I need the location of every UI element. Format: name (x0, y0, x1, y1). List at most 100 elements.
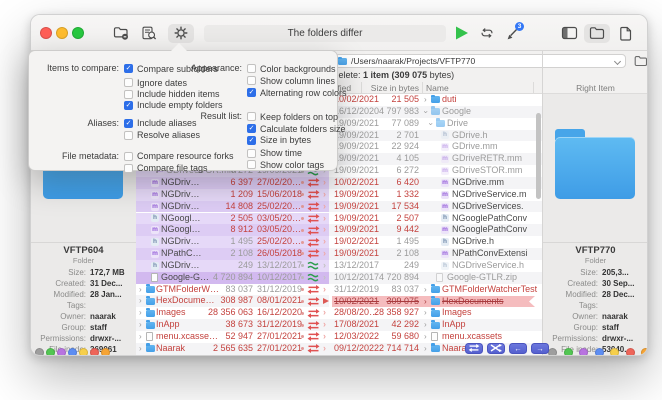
tag-color-dot[interactable] (101, 348, 110, 355)
checkbox-ignore-dates[interactable]: Ignore dates (124, 77, 187, 88)
disclosure-chevron[interactable]: › (424, 284, 427, 296)
disclosure-chevron[interactable]: › (139, 284, 142, 296)
file-view-icon[interactable] (619, 26, 632, 41)
left-file-name: Google-G… (161, 271, 210, 282)
choose-folder-button[interactable] (634, 55, 648, 67)
scrollbar-thumb[interactable] (536, 113, 541, 199)
table-row[interactable]: h NGoogl… 2 505 03/05/20… › 19/09/2021 2 507 h N… (136, 212, 542, 225)
table-row[interactable]: h NGDriv… 1 495 25/02/20… › 19/02/2021 1 495 h N… (136, 236, 542, 249)
play-icon[interactable] (455, 26, 469, 40)
checkbox-box[interactable]: ✓ (247, 135, 256, 145)
sync-arrows-button[interactable] (465, 343, 483, 354)
left-file-size: 38 673 (225, 319, 253, 330)
checkbox-box[interactable]: ✓ (124, 100, 133, 110)
tag-color-dot[interactable] (548, 348, 557, 355)
disclosure-chevron[interactable]: › (424, 94, 427, 106)
checkbox-box[interactable] (124, 78, 133, 87)
disclosure-chevron[interactable]: › (426, 118, 435, 130)
tag-color-dot[interactable] (610, 348, 619, 355)
chevron-down-icon[interactable] (613, 57, 622, 66)
shuffle-button[interactable] (487, 343, 505, 354)
checkbox-box[interactable]: ✓ (247, 88, 256, 97)
table-row[interactable]: › Images 28 356 063 16/12/2020 › 28/08/20… 28 … (136, 307, 542, 320)
tag-color-dot[interactable] (594, 348, 604, 355)
folder-view-icon[interactable] (589, 26, 605, 40)
checkbox-compare-resource-forks[interactable]: Compare resource forks (124, 151, 234, 162)
checkbox-box[interactable]: ✓ (124, 64, 133, 73)
checkbox-box[interactable] (247, 64, 256, 73)
toggle-sidebar-icon[interactable] (561, 26, 578, 40)
checkbox-show-column-lines[interactable]: Show column lines (247, 75, 335, 86)
checkbox-resolve-aliases[interactable]: Resolve aliases (124, 130, 200, 141)
table-row[interactable]: › HexDocume… 308 987 08/01/2021 10/02/2021 30… (136, 295, 542, 308)
checkbox-box[interactable] (247, 148, 256, 158)
report-document-search-icon[interactable] (141, 26, 157, 41)
checkbox-box[interactable]: ✓ (247, 124, 256, 133)
tag-color-dot[interactable] (79, 348, 88, 355)
table-row[interactable]: m NGDriv… 6 397 27/02/20… › 10/02/2021 6 420 m N… (136, 176, 542, 189)
tag-color-dot[interactable] (579, 348, 588, 355)
disclosure-chevron[interactable]: › (424, 307, 427, 319)
column-header-name[interactable]: Name (426, 81, 449, 94)
tag-color-dot[interactable] (35, 348, 44, 355)
tag-color-dot[interactable] (563, 348, 573, 355)
checkbox-alternating-row-colors[interactable]: ✓ Alternating row colors (247, 87, 347, 98)
close-button[interactable] (40, 27, 52, 39)
disclosure-chevron[interactable]: › (139, 319, 142, 331)
checkbox-show-time[interactable]: Show time (247, 148, 302, 159)
column-header-size[interactable]: Size in bytes (367, 81, 419, 94)
tag-color-dot[interactable] (641, 348, 647, 355)
disclosure-chevron[interactable]: › (139, 295, 142, 307)
arrow-right-button[interactable]: → (531, 343, 549, 354)
arrow-left-button[interactable]: ← (509, 343, 527, 354)
new-comparison-folder-icon[interactable] (113, 26, 129, 40)
table-row[interactable]: › GTMFolderW… 83 037 31/12/2019 › 31/12/2019 8… (136, 283, 542, 296)
checkbox-color-backgrounds[interactable]: Color backgrounds (247, 63, 336, 74)
table-row[interactable]: › menu.xcasse… 52 947 27/01/2021 › 12/03/2022… (136, 331, 542, 343)
tag-color-dot[interactable] (68, 348, 77, 355)
checkbox-include-empty-folders[interactable]: ✓ Include empty folders (124, 100, 223, 111)
table-row[interactable]: h NGDriv… 249 13/12/2017 › 13/12/2017 249 h NGDr… (136, 259, 542, 272)
gear-icon[interactable] (174, 26, 188, 40)
checkbox-size-in-bytes[interactable]: ✓ Size in bytes (247, 135, 311, 146)
right-file-name: NGDrive.mm (452, 176, 504, 187)
checkbox-box[interactable]: ✓ (124, 118, 133, 128)
checkbox-compare-file-tags[interactable]: Compare file tags (124, 163, 208, 174)
checkbox-box[interactable] (124, 89, 133, 99)
disclosure-chevron[interactable]: › (424, 296, 427, 307)
tag-color-dot[interactable] (90, 348, 99, 355)
checkbox-box[interactable] (124, 151, 133, 161)
table-row[interactable]: Google-G… 4 720 894 10/12/2017 › 10/12/2017 4… (136, 271, 542, 284)
table-row[interactable]: m NGoogl… 8 912 03/05/20… › 19/09/2021 9 442 m N… (136, 224, 542, 237)
right-path-field[interactable]: /Users/naarak/Projects/VFTP770 (334, 54, 626, 68)
table-row[interactable]: › InApp 38 673 31/12/2019 › 17/08/2021 42 292 ›… (136, 319, 542, 331)
checkbox-box[interactable] (124, 163, 133, 173)
checkbox-box[interactable] (124, 130, 133, 140)
table-row[interactable]: m NGDriv… 14 808 25/02/20… › 19/09/2021 17 534… (136, 200, 542, 213)
tag-color-dot[interactable] (57, 348, 66, 355)
disclosure-chevron[interactable]: › (139, 331, 142, 343)
zoom-button[interactable] (72, 27, 84, 39)
repeat-icon[interactable] (479, 27, 495, 39)
table-row[interactable]: m NPathC… 2 108 26/05/2018 › 19/09/2021 2 108 m… (136, 248, 542, 260)
disclosure-chevron[interactable]: › (139, 343, 142, 355)
minimize-button[interactable] (56, 27, 68, 39)
disclosure-chevron[interactable]: › (424, 331, 427, 343)
checkbox-show-color-tags[interactable]: Show color tags (247, 159, 324, 170)
table-row[interactable]: m NGDriv… 1 209 15/06/2018 › 19/09/2021 1 332 m… (136, 188, 542, 201)
tag-color-dot[interactable] (46, 348, 55, 355)
right-file-size: 2 701 (396, 129, 419, 140)
row-direction-marker: › (323, 176, 326, 187)
disclosure-chevron[interactable]: › (139, 307, 142, 319)
checkbox-calculate-folders-size[interactable]: ✓ Calculate folders size (247, 123, 346, 134)
checkbox-box[interactable] (247, 112, 256, 121)
disclosure-chevron[interactable]: › (424, 343, 427, 355)
checkbox-box[interactable] (247, 160, 256, 169)
checkbox-include-hidden-items[interactable]: Include hidden items (124, 89, 220, 100)
checkbox-box[interactable] (247, 76, 256, 85)
tag-color-dot[interactable] (625, 348, 635, 355)
checkbox-keep-folders-on-top[interactable]: Keep folders on top (247, 111, 338, 122)
disclosure-chevron[interactable]: › (424, 319, 427, 331)
disclosure-chevron[interactable]: › (421, 106, 430, 118)
different-files-icon (307, 178, 320, 188)
